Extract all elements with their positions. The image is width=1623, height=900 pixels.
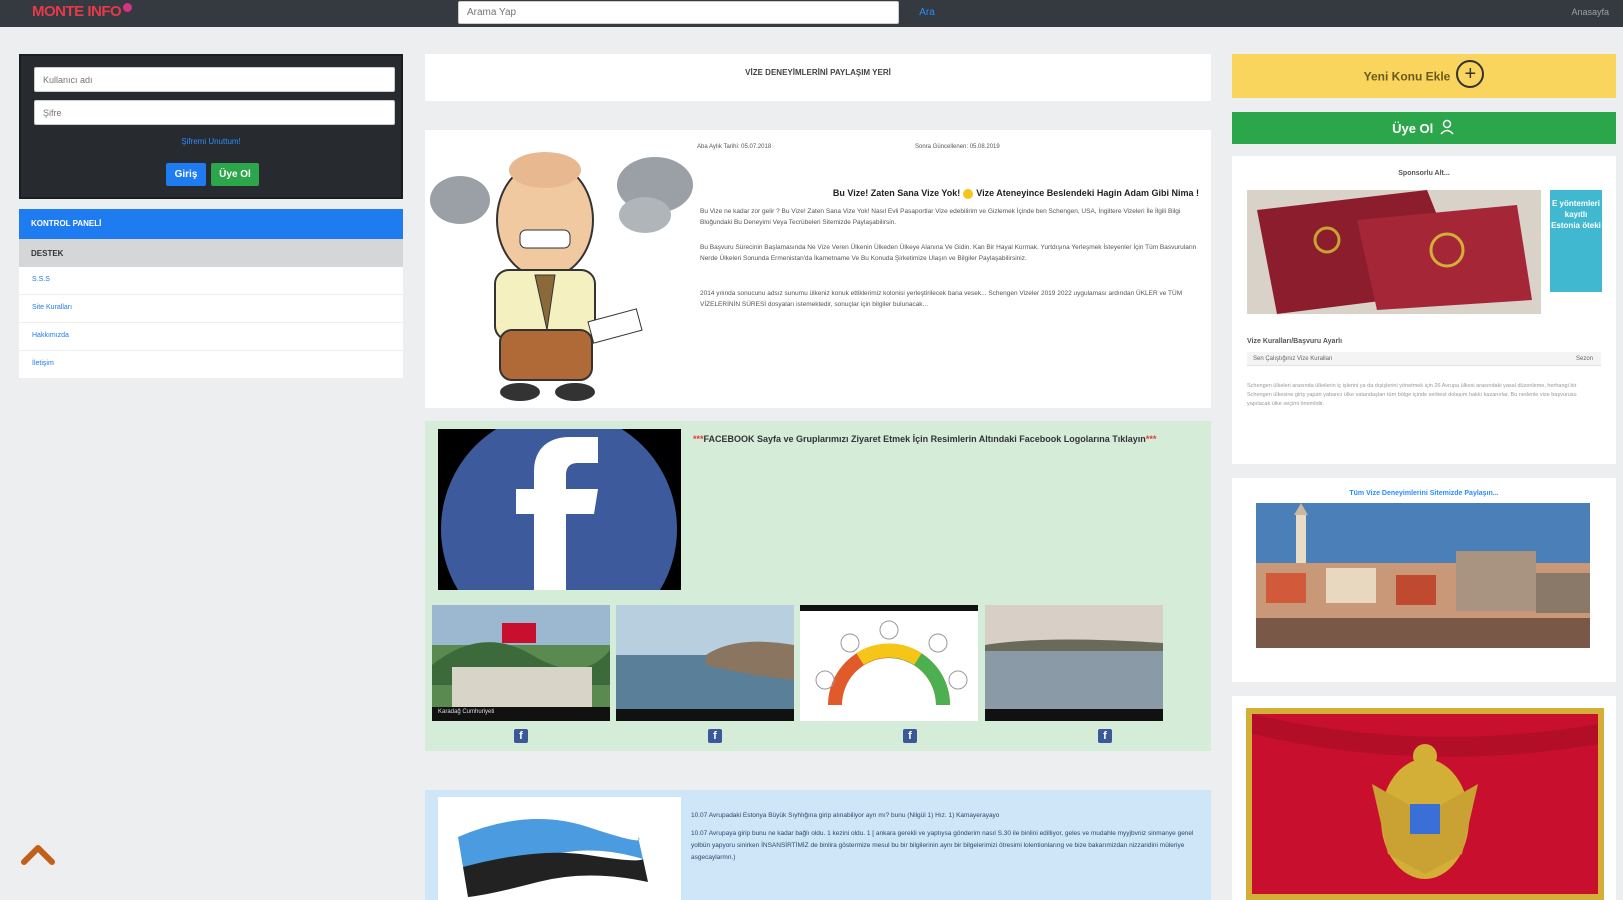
menu-item-rules[interactable]: Site Kuralları bbox=[19, 295, 403, 323]
select-right-label: Sezon bbox=[1575, 356, 1593, 362]
facebook-icon[interactable]: f bbox=[708, 729, 722, 743]
post-paragraph-1: Bu Vize ne kadar zor gelir ? Bu Vize! Za… bbox=[700, 208, 1181, 226]
budva-town-image[interactable] bbox=[1256, 503, 1590, 648]
facebook-logo-image[interactable] bbox=[438, 429, 681, 590]
facebook-icon[interactable]: f bbox=[903, 729, 917, 743]
estonia-post-text: 10.07 Avrupadaki Estonya Büyük Sıyhlığın… bbox=[691, 810, 1196, 864]
visa-rules-select[interactable]: Sen Çalıştığınız Vize Kuralları Sezon bbox=[1247, 352, 1601, 366]
estonia-flag-image bbox=[438, 797, 681, 900]
facebook-icon[interactable]: f bbox=[514, 729, 528, 743]
estonia-line-1: 10.07 Avrupadaki Estonya Büyük Sıyhlığın… bbox=[691, 812, 1000, 819]
facebook-icon[interactable]: f bbox=[1098, 729, 1112, 743]
share-experience-card: Tüm Vize Deneyimlerini Sitemizde Paylaşı… bbox=[1232, 478, 1616, 682]
angry-man-illustration bbox=[430, 152, 693, 401]
fine-print: Schengen ülkeleri arasında ülkelerin iç … bbox=[1247, 383, 1577, 407]
username-field[interactable] bbox=[34, 67, 395, 92]
post-date-left: Aba Aylık Tarihi: 05.07.2018 bbox=[697, 144, 772, 150]
menu-header-control-panel[interactable]: KONTROL PANELİ bbox=[19, 209, 403, 239]
top-navbar: MONTE INFO Ara Anasayfa bbox=[0, 0, 1623, 27]
post-paragraph-2: Bu Başvuru Sürecinin Başlamasında Ne Viz… bbox=[700, 244, 1197, 262]
montenegro-flag-card bbox=[1232, 696, 1616, 900]
scroll-to-top-icon[interactable] bbox=[20, 842, 56, 866]
facebook-post-title[interactable]: ***FACEBOOK Sayfa ve Gruplarımızı Ziyare… bbox=[693, 431, 1198, 447]
visa-rules-label: Vize Kuralları/Başvuru Ayarlı bbox=[1247, 338, 1343, 345]
support-menu-list: S.S.S Site Kuralları Hakkımızda İletişim bbox=[19, 267, 403, 379]
menu-header-support: DESTEK bbox=[19, 239, 403, 267]
estonia-line-2: 10.07 Avrupaya girip bunu ne kadar bağlı… bbox=[691, 830, 1194, 861]
thumb-coast-town[interactable] bbox=[616, 605, 794, 721]
post-title-part1: Bu Vize! Zaten Sana Vize Yok! bbox=[832, 188, 961, 198]
post-card-facebook: ***FACEBOOK Sayfa ve Gruplarımızı Ziyare… bbox=[425, 421, 1211, 751]
title-suffix: *** bbox=[1145, 434, 1157, 444]
share-banner: VİZE DENEYİMLERİNİ PAYLAŞIM YERİ bbox=[425, 54, 1211, 101]
password-field[interactable] bbox=[34, 100, 395, 125]
sponsored-card: Sponsorlu Alt... E yöntemleri kayıtlı Es… bbox=[1232, 156, 1616, 464]
home-link[interactable]: Anasayfa bbox=[1571, 7, 1609, 17]
post-card-estonia[interactable]: 10.07 Avrupadaki Estonya Büyük Sıyhlığın… bbox=[425, 790, 1211, 900]
post-title[interactable]: Bu Vize! Zaten Sana Vize Yok! Vize Ateney… bbox=[705, 188, 1199, 199]
share-experience-link[interactable]: Tüm Vize Deneyimlerini Sitemizde Paylaşı… bbox=[1232, 490, 1616, 497]
add-circle-icon: + bbox=[1456, 60, 1485, 88]
title-prefix: *** bbox=[693, 434, 704, 444]
login-panel: Şifremi Unuttum! Giriş Üye Ol bbox=[19, 54, 403, 199]
become-member-button[interactable]: Üye Ol bbox=[1232, 112, 1616, 144]
menu-item-contact[interactable]: İletişim bbox=[19, 351, 403, 379]
login-button[interactable]: Giriş bbox=[166, 163, 206, 186]
sponsored-heading: Sponsorlu Alt... bbox=[1398, 170, 1450, 177]
site-logo[interactable]: MONTE INFO bbox=[32, 3, 133, 20]
title-text: FACEBOOK Sayfa ve Gruplarımızı Ziyaret E… bbox=[703, 434, 1146, 444]
member-label: Üye Ol bbox=[1392, 121, 1434, 136]
select-value: Sen Çalıştığınız Vize Kuralları bbox=[1253, 356, 1333, 362]
post-title-part2: Vize Ateneyince Beslendeki Hagin Adam Gi… bbox=[976, 188, 1199, 198]
thumb-montenegro-parliament[interactable]: Karadağ Cumhuriyeti bbox=[432, 605, 610, 721]
passport-image[interactable] bbox=[1247, 190, 1541, 314]
search-button[interactable]: Ara bbox=[905, 1, 949, 24]
menu-item-about[interactable]: Hakkımızda bbox=[19, 323, 403, 351]
new-topic-label: Yeni Konu Ekle bbox=[1363, 69, 1451, 84]
search-input[interactable] bbox=[458, 1, 899, 24]
montenegro-flag-image[interactable] bbox=[1246, 708, 1604, 900]
user-add-icon bbox=[1440, 119, 1454, 135]
emoji-icon bbox=[963, 188, 974, 199]
ad-banner[interactable]: E yöntemleri kayıtlı Estonia öteki bbox=[1550, 190, 1602, 292]
post-date-right: Sonra Güncellenen: 05.08.2019 bbox=[915, 144, 1000, 150]
post-paragraph-3: 2014 yılında sonucunu adsız sunumu ülken… bbox=[700, 290, 1183, 308]
post-card-angry[interactable]: Aba Aylık Tarihi: 05.07.2018 Sonra Günce… bbox=[425, 130, 1211, 408]
thumb-gauge-meter[interactable] bbox=[800, 605, 978, 721]
new-topic-button[interactable]: Yeni Konu Ekle + bbox=[1232, 54, 1616, 98]
forgot-password-link[interactable]: Şifremi Unuttum! bbox=[21, 137, 401, 146]
signup-button[interactable]: Üye Ol bbox=[211, 163, 259, 186]
thumb-harbor[interactable] bbox=[985, 605, 1163, 721]
menu-item-faq[interactable]: S.S.S bbox=[19, 267, 403, 295]
thumb-caption: Karadağ Cumhuriyeti bbox=[438, 709, 495, 715]
